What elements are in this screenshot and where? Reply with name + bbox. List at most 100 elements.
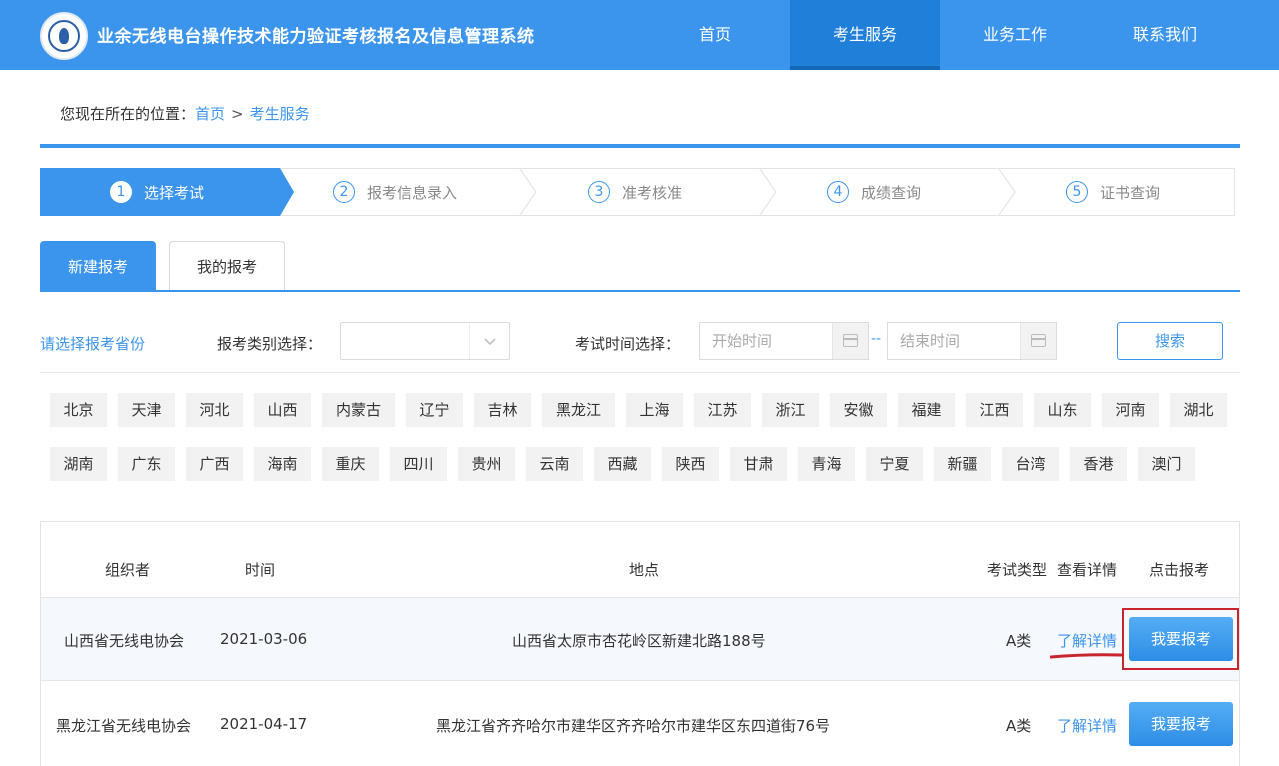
province-beijing[interactable]: 北京 [50, 393, 107, 427]
column-header-organizer: 组织者 [105, 561, 151, 579]
province-guangxi[interactable]: 广西 [186, 447, 243, 481]
logo-ring [48, 20, 80, 52]
province-liaoning[interactable]: 辽宁 [406, 393, 463, 427]
row-exam-type: A类 [1006, 717, 1032, 735]
province-jilin[interactable]: 吉林 [474, 393, 531, 427]
step-number-badge: 2 [333, 181, 355, 203]
province-shandong[interactable]: 山东 [1034, 393, 1091, 427]
tab-my-applications[interactable]: 我的报考 [169, 241, 285, 291]
province-qinghai[interactable]: 青海 [798, 447, 855, 481]
province-shaanxi[interactable]: 陕西 [662, 447, 719, 481]
column-header-detail: 查看详情 [1057, 561, 1118, 579]
apply-button[interactable]: 我要报考 [1129, 702, 1233, 746]
province-sichuan[interactable]: 四川 [390, 447, 447, 481]
province-shanghai[interactable]: 上海 [626, 393, 683, 427]
column-header-time: 时间 [245, 561, 276, 579]
province-hongkong[interactable]: 香港 [1070, 447, 1127, 481]
row-detail-link[interactable]: 了解详情 [1057, 630, 1117, 651]
province-hainan[interactable]: 海南 [254, 447, 311, 481]
province-gansu[interactable]: 甘肃 [730, 447, 787, 481]
start-date-field[interactable] [699, 322, 869, 360]
radio-association-logo-icon[interactable] [40, 12, 88, 60]
step-info-entry[interactable]: 2 报考信息录入 [333, 169, 457, 215]
calendar-icon[interactable] [832, 323, 868, 359]
province-heilongjiang[interactable]: 黑龙江 [542, 393, 615, 427]
annotation-underline [1050, 653, 1122, 659]
nav-business[interactable]: 业务工作 [940, 0, 1090, 70]
row-location: 黑龙江省齐齐哈尔市建华区齐齐哈尔市建华区东四道街76号 [436, 717, 831, 735]
breadcrumb-separator: > [231, 105, 244, 123]
step-number-badge: 1 [110, 181, 132, 203]
tab-underline [40, 290, 1240, 292]
step-select-exam[interactable]: 1 选择考试 [40, 168, 280, 216]
step-label: 报考信息录入 [367, 183, 458, 202]
province-taiwan[interactable]: 台湾 [1002, 447, 1059, 481]
exam-time-label: 考试时间选择： [575, 335, 681, 353]
province-yunnan[interactable]: 云南 [526, 447, 583, 481]
date-range-separator: -- [871, 331, 882, 347]
search-button[interactable]: 搜索 [1117, 322, 1223, 360]
province-fujian[interactable]: 福建 [898, 393, 955, 427]
end-date-field[interactable] [887, 322, 1057, 360]
step-label: 选择考试 [144, 183, 205, 202]
breadcrumb-current-link[interactable]: 考生服务 [250, 105, 310, 123]
progress-steps: 1 选择考试 2 报考信息录入 3 准考核准 4 成绩查询 5 证书查询 [40, 168, 1235, 216]
province-zhejiang[interactable]: 浙江 [762, 393, 819, 427]
step-label: 准考核准 [622, 183, 683, 202]
province-tianjin[interactable]: 天津 [118, 393, 175, 427]
province-henan[interactable]: 河南 [1102, 393, 1159, 427]
row-organizer: 山西省无线电协会 [64, 632, 185, 650]
logo-emblem [59, 28, 69, 44]
nav-home[interactable]: 首页 [640, 0, 790, 70]
province-neimenggu[interactable]: 内蒙古 [322, 393, 395, 427]
row-detail-link[interactable]: 了解详情 [1057, 715, 1117, 736]
category-select[interactable] [340, 322, 510, 360]
breadcrumb: 您现在所在的位置：首页 > 考生服务 [60, 103, 310, 124]
province-shanxi[interactable]: 山西 [254, 393, 311, 427]
province-xizang[interactable]: 西藏 [594, 447, 651, 481]
step-arrow-active [280, 168, 294, 216]
site-title[interactable]: 业余无线电台操作技术能力验证考核报名及信息管理系统 [97, 22, 535, 47]
step-number-badge: 5 [1066, 181, 1088, 203]
step-chevron-icon [998, 169, 1016, 215]
province-hunan[interactable]: 湖南 [50, 447, 107, 481]
province-hubei[interactable]: 湖北 [1170, 393, 1227, 427]
row-time: 2021-04-17 [220, 715, 308, 733]
province-guangdong[interactable]: 广东 [118, 447, 175, 481]
province-ningxia[interactable]: 宁夏 [866, 447, 923, 481]
step-label: 成绩查询 [861, 183, 922, 202]
province-guizhou[interactable]: 贵州 [458, 447, 515, 481]
province-macau[interactable]: 澳门 [1138, 447, 1195, 481]
category-label: 报考类别选择： [217, 335, 323, 353]
nav-contact[interactable]: 联系我们 [1090, 0, 1240, 70]
step-score-query[interactable]: 4 成绩查询 [827, 169, 921, 215]
calendar-icon[interactable] [1020, 323, 1056, 359]
annotation-highlight-box [1122, 608, 1239, 670]
column-header-exam-type: 考试类型 [987, 561, 1048, 579]
row-time: 2021-03-06 [220, 630, 308, 648]
section-divider [40, 144, 1240, 148]
filter-divider [40, 372, 1240, 373]
step-number-badge: 4 [827, 181, 849, 203]
province-jiangxi[interactable]: 江西 [966, 393, 1023, 427]
nav-candidate-service[interactable]: 考生服务 [790, 0, 940, 70]
province-xinjiang[interactable]: 新疆 [934, 447, 991, 481]
province-jiangsu[interactable]: 江苏 [694, 393, 751, 427]
province-hebei[interactable]: 河北 [186, 393, 243, 427]
step-number-badge: 3 [588, 181, 610, 203]
chevron-down-icon[interactable] [469, 323, 509, 359]
province-anhui[interactable]: 安徽 [830, 393, 887, 427]
row-location: 山西省太原市杏花岭区新建北路188号 [512, 632, 766, 650]
breadcrumb-prefix: 您现在所在的位置： [60, 105, 196, 123]
breadcrumb-home-link[interactable]: 首页 [195, 105, 225, 123]
tab-new-application[interactable]: 新建报考 [40, 241, 156, 291]
start-date-input[interactable] [700, 323, 828, 359]
row-exam-type: A类 [1006, 632, 1032, 650]
step-admission-approval[interactable]: 3 准考核准 [588, 169, 682, 215]
end-date-input[interactable] [888, 323, 1016, 359]
column-header-apply: 点击报考 [1149, 561, 1210, 579]
step-label: 证书查询 [1100, 183, 1161, 202]
province-chongqing[interactable]: 重庆 [322, 447, 379, 481]
province-prompt: 请选择报考省份 [40, 335, 146, 353]
step-certificate-query[interactable]: 5 证书查询 [1066, 169, 1160, 215]
